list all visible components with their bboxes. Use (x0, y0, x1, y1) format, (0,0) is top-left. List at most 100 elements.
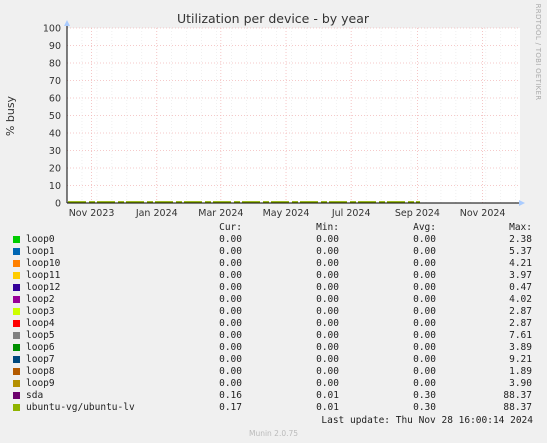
legend-cur-value: 0.00 (219, 378, 242, 389)
legend-swatch (13, 236, 20, 243)
legend-series-name: loop10 (26, 258, 61, 269)
legend-max-value: 1.89 (509, 366, 532, 377)
legend-max-value: 4.21 (509, 258, 532, 269)
y-tick-label: 80 (49, 59, 61, 70)
legend-row: loop7 0.00 0.00 0.00 9.21 (0, 354, 547, 366)
legend-max-value: 0.47 (509, 282, 532, 293)
legend-header: Cur: Min: Avg: Max: (0, 222, 547, 234)
legend-min-value: 0.01 (316, 390, 339, 401)
legend-max-value: 2.87 (509, 306, 532, 317)
legend-avg-value: 0.00 (413, 366, 436, 377)
legend-avg-value: 0.00 (413, 234, 436, 245)
legend-swatch (13, 368, 20, 375)
legend-avg-value: 0.00 (413, 258, 436, 269)
legend-series-name: loop8 (26, 366, 55, 377)
legend-avg-value: 0.00 (413, 354, 436, 365)
legend-min-value: 0.00 (316, 354, 339, 365)
plot-area (67, 28, 520, 203)
legend-min-value: 0.00 (316, 294, 339, 305)
legend-cur-value: 0.00 (219, 282, 242, 293)
col-max-header: Max: (509, 222, 532, 233)
legend-row: loop5 0.00 0.00 0.00 7.61 (0, 330, 547, 342)
legend-min-value: 0.00 (316, 378, 339, 389)
legend-min-value: 0.01 (316, 402, 339, 413)
legend-swatch (13, 332, 20, 339)
legend-cur-value: 0.00 (219, 330, 242, 341)
legend-avg-value: 0.00 (413, 342, 436, 353)
legend-row: loop8 0.00 0.00 0.00 1.89 (0, 366, 547, 378)
y-axis-arrow (64, 20, 70, 26)
legend-cur-value: 0.00 (219, 258, 242, 269)
y-tick-label: 20 (49, 164, 61, 175)
legend-swatch (13, 308, 20, 315)
y-tick-label: 70 (49, 76, 61, 87)
y-tick-label: 90 (49, 41, 61, 52)
x-tick-label: Nov 2023 (69, 208, 115, 219)
legend-max-value: 3.90 (509, 378, 532, 389)
y-tick-label: 10 (49, 181, 61, 192)
legend-series-name: loop4 (26, 318, 55, 329)
legend-swatch (13, 284, 20, 291)
x-tick-label: Mar 2024 (198, 208, 243, 219)
legend-row: loop6 0.00 0.00 0.00 3.89 (0, 342, 547, 354)
col-min-header: Min: (316, 222, 339, 233)
legend-min-value: 0.00 (316, 306, 339, 317)
legend-series-name: loop7 (26, 354, 55, 365)
legend-max-value: 88.37 (503, 390, 532, 401)
munin-version: Munin 2.0.75 (248, 429, 299, 438)
chart-title: Utilization per device - by year (177, 11, 370, 26)
legend-cur-value: 0.00 (219, 318, 242, 329)
legend-max-value: 2.38 (509, 234, 532, 245)
legend-avg-value: 0.00 (413, 294, 436, 305)
legend-series-name: loop9 (26, 378, 55, 389)
legend-swatch (13, 380, 20, 387)
legend-max-value: 9.21 (509, 354, 532, 365)
legend-max-value: 3.97 (509, 270, 532, 281)
legend-avg-value: 0.00 (413, 330, 436, 341)
legend-cur-value: 0.00 (219, 270, 242, 281)
legend-avg-value: 0.00 (413, 246, 436, 257)
x-axis-ticks: Nov 2023 Jan 2024 Mar 2024 May 2024 Jul 2024… (69, 208, 506, 219)
legend-max-value: 5.37 (509, 246, 532, 257)
y-tick-label: 40 (49, 129, 61, 140)
legend-row: loop12 0.00 0.00 0.00 0.47 (0, 282, 547, 294)
legend-cur-value: 0.00 (219, 354, 242, 365)
legend-max-value: 3.89 (509, 342, 532, 353)
legend-min-value: 0.00 (316, 366, 339, 377)
col-avg-header: Avg: (413, 222, 436, 233)
legend-avg-value: 0.00 (413, 282, 436, 293)
legend-series-name: loop3 (26, 306, 55, 317)
x-tick-label: Jan 2024 (135, 208, 178, 219)
legend-swatch (13, 260, 20, 267)
legend-max-value: 2.87 (509, 318, 532, 329)
legend-max-value: 7.61 (509, 330, 532, 341)
legend-cur-value: 0.00 (219, 234, 242, 245)
legend-cur-value: 0.17 (219, 402, 242, 413)
x-tick-label: May 2024 (263, 208, 310, 219)
legend-cur-value: 0.00 (219, 306, 242, 317)
legend-swatch (13, 344, 20, 351)
legend-avg-value: 0.00 (413, 318, 436, 329)
x-axis-arrow (519, 200, 525, 206)
legend-swatch (13, 392, 20, 399)
y-tick-label: 30 (49, 146, 61, 157)
legend-swatch (13, 356, 20, 363)
y-tick-label: 60 (49, 94, 61, 105)
legend-row: loop2 0.00 0.00 0.00 4.02 (0, 294, 547, 306)
legend-row: loop3 0.00 0.00 0.00 2.87 (0, 306, 547, 318)
legend-row: ubuntu-vg/ubuntu-lv 0.17 0.01 0.30 88.37 (0, 402, 547, 414)
legend-swatch (13, 296, 20, 303)
x-tick-label: Nov 2024 (460, 208, 506, 219)
y-tick-label: 50 (49, 111, 61, 122)
legend-avg-value: 0.00 (413, 270, 436, 281)
legend-series-name: loop5 (26, 330, 55, 341)
legend-row: loop10 0.00 0.00 0.00 4.21 (0, 258, 547, 270)
legend-cur-value: 0.00 (219, 342, 242, 353)
legend-row: sda 0.16 0.01 0.30 88.37 (0, 390, 547, 402)
legend-min-value: 0.00 (316, 270, 339, 281)
legend-max-value: 88.37 (503, 402, 532, 413)
legend-cur-value: 0.16 (219, 390, 242, 401)
col-cur-header: Cur: (219, 222, 242, 233)
legend-avg-value: 0.00 (413, 306, 436, 317)
legend-row: loop9 0.00 0.00 0.00 3.90 (0, 378, 547, 390)
